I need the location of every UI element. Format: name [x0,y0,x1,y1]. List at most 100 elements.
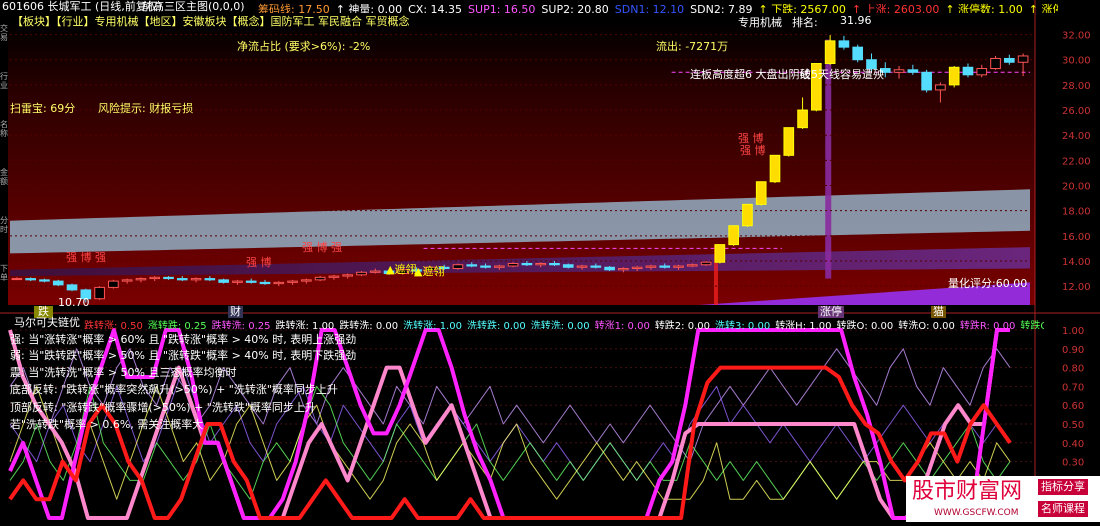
candle-body-53 [742,203,753,227]
lower-note-4: 底部反转: "跌转涨"概率突然飙升(>50%) + "洗转涨"概率同步上升 [10,383,338,396]
side-tab-2[interactable]: 名称 [0,120,8,138]
upper-y-tick-10: 12.00 [1062,282,1091,293]
lower-item-14: 转跌R: 0.00 [959,321,1016,329]
upper-y-tick-1: 30.00 [1062,56,1091,67]
lower-item-13: 转洗Q: 0.00 [898,321,955,329]
lower-item-10: 洗转3: 0.00 [715,321,771,329]
side-tab-5[interactable]: 下单 [0,264,8,282]
candle-body-43 [604,266,615,271]
candle-body-18 [259,281,271,285]
candle-body-46 [645,265,657,268]
side-tab-1[interactable]: 行业 [0,72,8,90]
lower-y-tick-3: 0.70 [1062,382,1084,393]
candle-body-49 [686,264,698,267]
candle-body-8 [121,279,133,282]
header-item-3: SUP1: 16.50 [468,3,536,13]
candle-body-47 [659,265,671,268]
lower-y-tick-0: 1.00 [1062,326,1084,337]
watermark-tag-course: 名师课程 [1038,501,1088,517]
side-tab-0[interactable]: 交易 [0,24,8,42]
lower-note-6: 若"洗转跌"概率 > 0.6%, 需关注概率大 [10,418,204,431]
candle-body-45 [631,266,643,270]
candle-body-42 [590,265,602,268]
upper-y-tick-3: 26.00 [1062,106,1091,117]
mine-sweeper-score: 扫雷宝: 69分 [10,102,76,115]
upper-y-tick-0: 32.00 [1062,31,1091,42]
candle-body-21 [301,279,312,282]
candle-body-2 [39,279,50,282]
candle-body-52 [728,225,739,246]
strong-label-5: 强 博 [740,144,766,157]
header-item-1: ↑ 神量: 0.00 [335,3,403,13]
lower-item-2: 跌转洗: 0.25 [211,321,271,329]
candle-body-40 [562,264,574,268]
candle-body-13 [190,278,202,281]
sector-name: 专用机械 [738,16,782,29]
stock-chart-screen: 32.00 30.00 28.00 26.00 24.00 22.00 20.00 18.00… [0,0,1100,522]
candle-body-73 [1017,55,1029,63]
strong-label-2: 强 博 [246,256,272,269]
candle-body-50 [700,261,712,266]
break-line-warning: 破5天线 [800,68,840,81]
candle-body-12 [176,278,188,281]
header-item-10: ↑ 涨停数: 46.00 [1028,3,1058,13]
candle-body-10 [149,276,161,280]
candle-body-22 [314,276,326,281]
header-indicator-values: 筹码线: 17.50 ↑ 神量: 0.00 CX: 14.35 SUP1: 16.50… [258,1,1058,13]
lower-item-9: 转跌2: 0.00 [654,321,710,329]
candle-body-25 [356,271,367,276]
candle-body-24 [342,274,354,277]
candle-body-0 [11,278,23,281]
upper-y-tick-9: 14.00 [1062,257,1091,268]
candle-body-9 [135,278,147,281]
candle-body-4 [66,284,78,291]
candle-body-33 [466,264,478,267]
header-item-2: CX: 14.35 [408,3,463,13]
candle-body-15 [218,279,229,283]
lower-item-3: 跌转涨: 1.00 [275,321,335,329]
candle-body-26 [369,270,381,273]
chart-canvas: 32.00 30.00 28.00 26.00 24.00 22.00 20.00 18.00… [0,0,1100,522]
candle-body-64 [893,69,905,73]
candle-body-44 [618,268,629,271]
header-item-6: SDN2: 7.89 [690,3,753,13]
candle-body-59 [824,40,836,65]
watermark-title: 股市财富网 [912,479,1023,504]
candle-body-39 [549,262,560,266]
lower-y-tick-2: 0.80 [1062,364,1084,375]
side-tab-3[interactable]: 金额 [0,168,8,186]
lower-y-tick-5: 0.50 [1062,420,1084,431]
zhe-label-1: ▲遮翎 [386,263,417,276]
candle-body-65 [907,69,919,73]
lower-item-8: 转涨1: 0.00 [594,321,650,329]
danger-warning: 容易遭殃 [840,68,884,81]
outflow-value: 流出: -7271万 [656,40,729,53]
lower-item-6: 洗转跌: 0.00 [466,321,526,329]
watermark-url: WWW.GSCFW.COM [934,508,1019,518]
candle-body-17 [245,280,257,283]
lower-y-tick-4: 0.60 [1062,401,1084,412]
lower-note-5: 顶部反转: "涨转跌"概率骤增(>50%) + "洗转跌"概率同步上升 [10,401,316,414]
candle-body-51 [714,244,726,263]
lower-item-0: 跌转涨: 0.50 [84,321,143,329]
low-price-label: 10.70 [58,296,90,309]
quant-score: 量化评分:60.00 [948,277,1028,290]
lower-item-15: 转跌Q: 0.25 [1020,321,1044,329]
candle-body-7 [108,280,119,288]
header-item-7: ↑ 下跌: 2567.00 [758,3,846,13]
candle-body-20 [287,280,298,283]
candle-body-41 [576,265,588,268]
side-tab-4[interactable]: 分时 [0,216,8,234]
risk-warning: 风险提示: 财报亏损 [98,102,194,115]
candle-body-72 [1004,57,1015,63]
watermark-tag-share: 指标分享 [1038,479,1088,495]
candle-body-67 [935,84,946,91]
header-item-8: ↑ 上涨: 2603.00 [851,3,940,13]
lower-y-tick-1: 0.90 [1062,345,1084,356]
candle-body-70 [976,68,988,76]
header-item-4: SUP2: 20.80 [541,3,609,13]
rank-label: 排名: [792,16,818,29]
limit-up-warning: 连板高度超6 大盘出阴线 [690,68,811,81]
candle-body-66 [921,71,932,91]
upper-y-tick-2: 28.00 [1062,81,1091,92]
